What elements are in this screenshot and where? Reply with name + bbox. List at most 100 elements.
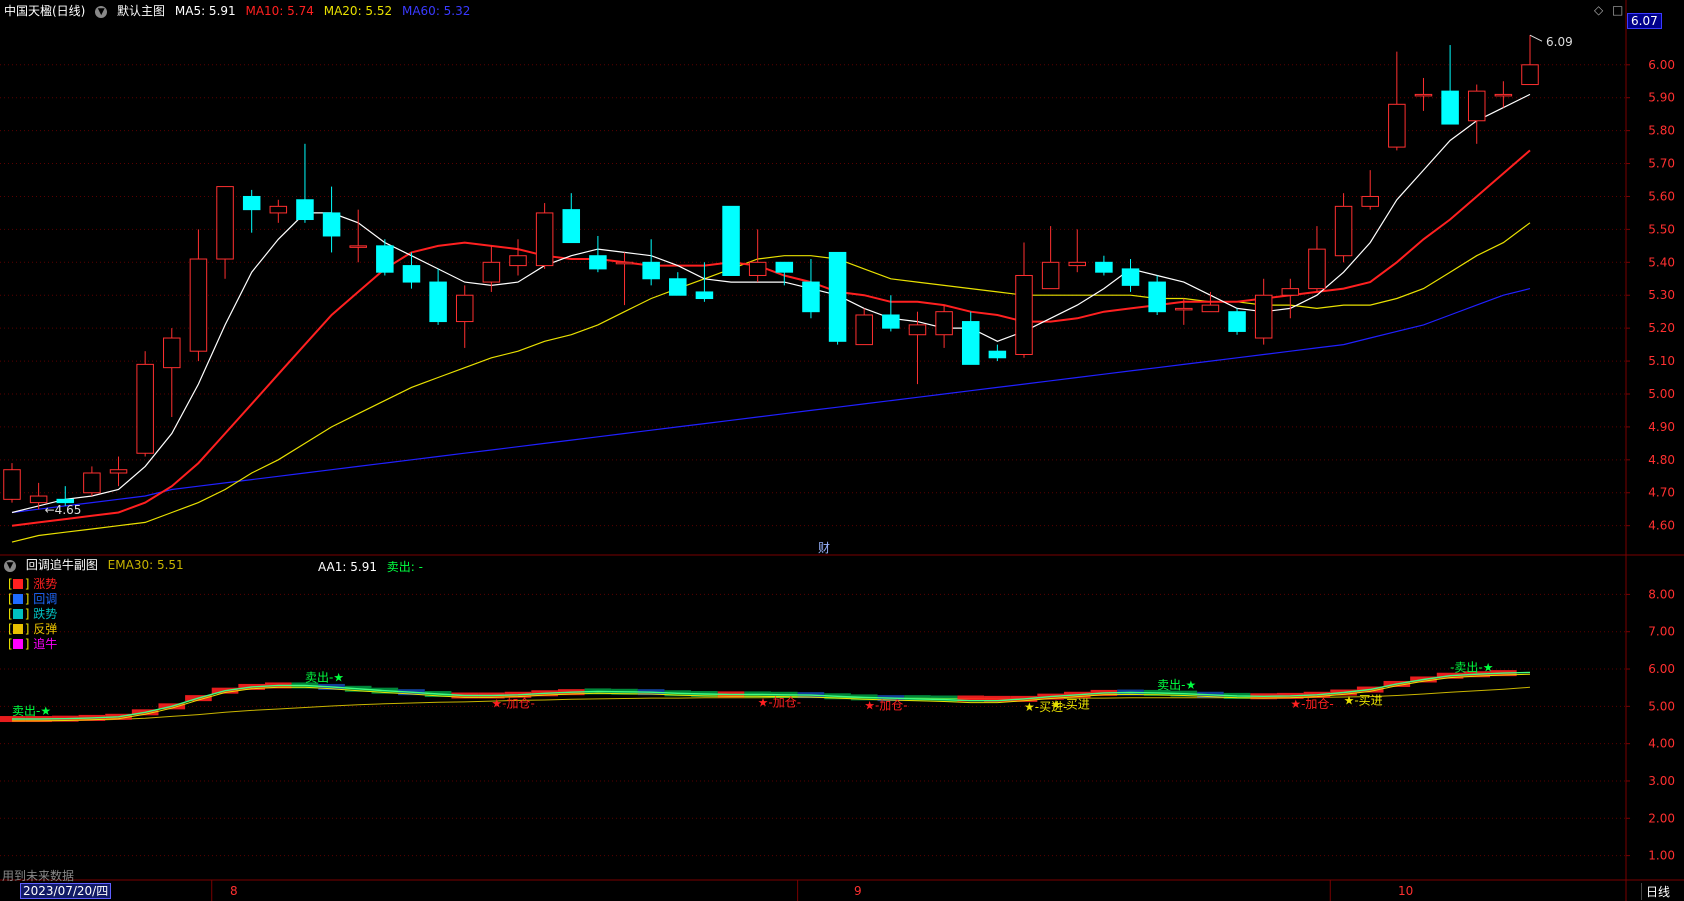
- candle-body: [855, 314, 873, 346]
- candle: [322, 186, 341, 253]
- candle: [1467, 84, 1486, 144]
- y-tick-label: 5.40: [1648, 255, 1675, 269]
- diamond-icon[interactable]: ◇: [1594, 3, 1603, 17]
- candle: [296, 143, 314, 223]
- sub-title[interactable]: 回调追牛副图: [26, 558, 98, 572]
- signal-label: ★-加仓-: [491, 697, 534, 711]
- candle-body: [642, 261, 660, 280]
- candle: [216, 186, 234, 279]
- candle-body: [1361, 195, 1379, 207]
- candle: [1121, 259, 1140, 292]
- candle: [855, 308, 873, 346]
- signal-label: 卖出-★: [1157, 678, 1196, 692]
- candle-body: [1148, 281, 1166, 313]
- finance-marker[interactable]: 财: [818, 539, 830, 556]
- y-tick-label: 7.00: [1648, 625, 1675, 639]
- candle: [961, 311, 980, 365]
- candle-body: [216, 186, 234, 260]
- aa1-label: AA1: 5.91: [318, 560, 377, 574]
- candle: [1228, 308, 1246, 335]
- signal-label: ★-加仓-: [758, 695, 801, 709]
- signal-label: ★-加仓-: [1290, 697, 1333, 711]
- candle-body: [1228, 311, 1246, 332]
- ma-lines: [11, 93, 1531, 543]
- candle: [455, 285, 474, 348]
- candle-body: [163, 337, 181, 369]
- candle: [988, 344, 1007, 362]
- candle: [562, 193, 581, 244]
- candle-body: [29, 495, 48, 504]
- main-header: 中国天楹(日线) ▼ 默认主图 MA5: 5.91 MA10: 5.74 MA2…: [4, 2, 476, 20]
- candle: [669, 272, 687, 296]
- y-tick-label: 4.80: [1648, 453, 1675, 467]
- candle: [1361, 170, 1379, 210]
- template-name[interactable]: 默认主图: [117, 4, 165, 18]
- signal-label: 卖出-★: [305, 670, 344, 684]
- ema30-label: EMA30: 5.51: [107, 558, 184, 572]
- candle-body: [56, 498, 75, 504]
- collapse-triangle-icon[interactable]: ▼: [95, 5, 108, 18]
- candle-body: [482, 261, 501, 283]
- y-tick-label: 5.90: [1648, 91, 1675, 105]
- candle-body: [269, 205, 288, 214]
- candle-body: [1521, 64, 1539, 86]
- y-tick-label: 4.00: [1648, 737, 1675, 751]
- candle-body: [1308, 248, 1326, 290]
- candle-body: [1441, 90, 1459, 125]
- candle: [376, 239, 394, 276]
- aa1-row: AA1: 5.91 卖出: -: [318, 558, 423, 575]
- legend-item-rebound: [] 反弹: [8, 622, 58, 636]
- candle: [802, 259, 820, 319]
- y-tick-label: 1.00: [1648, 849, 1675, 863]
- legend-item-pullback: [] 回调: [8, 592, 58, 606]
- stock-name[interactable]: 中国天楹(日线): [4, 4, 85, 18]
- candle-body: [535, 212, 554, 267]
- candle: [1281, 278, 1300, 319]
- candle: [1308, 226, 1326, 292]
- candle-body: [1254, 294, 1273, 339]
- ma10-line: [11, 149, 1531, 527]
- low-annotation: ←4.65: [45, 503, 82, 517]
- y-tick-label: 3.00: [1648, 774, 1675, 788]
- candle: [1334, 193, 1353, 263]
- y-tick-label: 6.00: [1648, 58, 1675, 72]
- candle-body: [189, 258, 208, 352]
- candle: [509, 239, 527, 276]
- candle-body: [349, 245, 367, 248]
- candle-body: [722, 205, 740, 276]
- candle-body: [83, 472, 101, 494]
- collapse-triangle-icon[interactable]: ▼: [4, 559, 16, 572]
- candle-body: [1201, 304, 1220, 313]
- ma5-line: [11, 93, 1531, 514]
- sell-label: 卖出: -: [386, 560, 423, 574]
- candle: [402, 252, 421, 289]
- candle-body: [136, 363, 154, 454]
- month-label-8: 8: [230, 884, 238, 898]
- candle: [189, 229, 208, 362]
- y-tick-label: 4.90: [1648, 420, 1675, 434]
- candle: [269, 199, 288, 223]
- candle-body: [615, 261, 634, 265]
- legend-item-fall: [] 跌势: [8, 607, 58, 621]
- candle: [349, 209, 367, 263]
- month-label-10: 10: [1398, 884, 1414, 898]
- sub-grid: [0, 593, 1626, 857]
- signal-label: 卖出-★: [12, 704, 51, 718]
- candle: [1521, 35, 1539, 86]
- candle-body: [988, 350, 1007, 359]
- square-icon[interactable]: □: [1612, 3, 1623, 17]
- candle-body: [1414, 93, 1433, 97]
- candle: [1015, 242, 1033, 358]
- candle: [83, 466, 101, 497]
- current-price-tag: 6.07: [1627, 13, 1662, 29]
- signal-label: ★-买进: [1051, 698, 1090, 712]
- y-tick-label: 2.00: [1648, 811, 1675, 825]
- candle-body: [109, 469, 128, 474]
- candle: [1041, 226, 1060, 290]
- period-button[interactable]: 日线: [1641, 883, 1670, 900]
- ma60-line: [11, 288, 1531, 514]
- candle-body: [376, 245, 394, 273]
- main-price-chart[interactable]: 4.60 4.70 4.80 4.90 5.00 5.10 5.20 5.30 5.40 5.50…: [0, 0, 1684, 901]
- y-tick-label: 5.50: [1648, 222, 1675, 236]
- y-tick-label: 5.30: [1648, 288, 1675, 302]
